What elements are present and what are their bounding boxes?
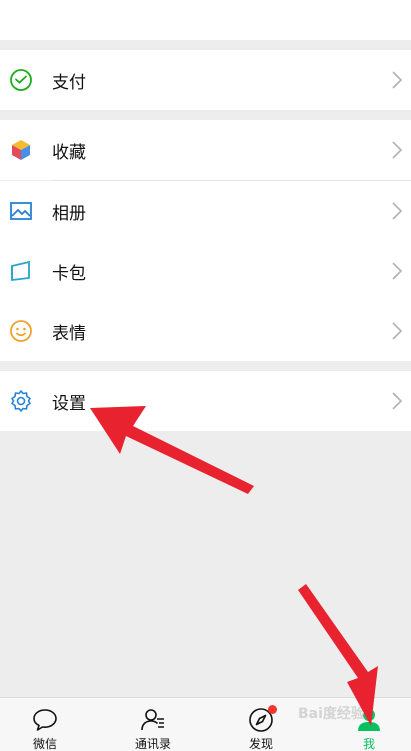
menu-item-favorites[interactable]: 收藏 xyxy=(0,120,411,180)
tab-label: 我 xyxy=(362,737,375,751)
menu-item-album[interactable]: 相册 xyxy=(0,181,411,241)
tab-label: 通讯录 xyxy=(134,737,171,751)
menu-item-pay[interactable]: 支付 xyxy=(0,50,411,110)
menu-item-stickers[interactable]: 表情 xyxy=(0,301,411,361)
contacts-icon xyxy=(141,709,164,731)
menu-item-label: 支付 xyxy=(52,72,86,93)
tab-contacts[interactable]: 通讯录 xyxy=(113,698,193,751)
smiley-icon xyxy=(9,319,33,343)
menu-item-label: 表情 xyxy=(52,323,86,344)
menu-item-label: 卡包 xyxy=(52,263,86,284)
tab-label: 发现 xyxy=(248,737,273,751)
menu-item-cards[interactable]: 卡包 xyxy=(0,241,411,301)
image-icon xyxy=(9,199,33,223)
chevron-right-icon xyxy=(392,262,403,280)
tab-label: 微信 xyxy=(32,737,57,751)
card-wallet-icon xyxy=(9,259,33,283)
menu-item-label: 收藏 xyxy=(52,142,86,163)
chevron-right-icon xyxy=(392,392,403,410)
watermark-text: Bai度经验 xyxy=(298,706,365,722)
tab-chats[interactable]: 微信 xyxy=(5,698,85,751)
menu-item-label: 相册 xyxy=(52,203,86,224)
chevron-right-icon xyxy=(392,141,403,159)
chat-bubble-icon xyxy=(33,709,57,731)
tab-discover[interactable]: 发现 xyxy=(221,698,301,751)
chevron-right-icon xyxy=(392,71,403,89)
gear-icon xyxy=(9,389,33,413)
chevron-right-icon xyxy=(392,202,403,220)
cube-icon xyxy=(9,138,33,162)
wallet-icon xyxy=(9,68,33,92)
profile-header-area[interactable] xyxy=(0,0,411,40)
menu-item-label: 设置 xyxy=(52,393,86,414)
menu-item-settings[interactable]: 设置 xyxy=(0,371,411,431)
chevron-right-icon xyxy=(392,322,403,340)
notification-dot xyxy=(268,705,277,714)
